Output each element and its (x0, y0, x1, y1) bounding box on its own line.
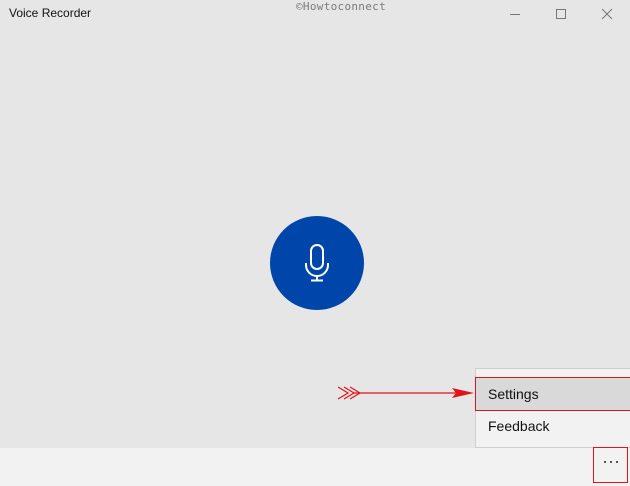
menu-item-label: Settings (488, 386, 539, 402)
watermark: ©Howtoconnect (296, 0, 386, 13)
app-title: Voice Recorder (9, 6, 92, 20)
voice-recorder-window: Voice Recorder ©Howtoconnect Settings Fe… (0, 0, 630, 486)
menu-item-label: Feedback (488, 418, 550, 434)
close-icon (601, 8, 613, 20)
menu-item-feedback[interactable]: Feedback (476, 410, 630, 442)
more-options-icon (603, 461, 618, 463)
maximize-icon (556, 9, 566, 19)
microphone-icon (305, 244, 329, 282)
menu-item-settings[interactable]: Settings (475, 377, 630, 411)
annotation-arrow (337, 386, 474, 400)
bottom-command-bar (0, 448, 630, 486)
record-button[interactable] (270, 216, 364, 310)
minimize-icon (510, 14, 520, 15)
window-controls (492, 0, 630, 28)
close-button[interactable] (584, 0, 630, 28)
more-options-button[interactable] (593, 447, 628, 483)
more-options-menu: Settings Feedback (475, 368, 630, 448)
minimize-button[interactable] (492, 0, 538, 28)
title-bar: Voice Recorder ©Howtoconnect (0, 0, 630, 28)
maximize-button[interactable] (538, 0, 584, 28)
